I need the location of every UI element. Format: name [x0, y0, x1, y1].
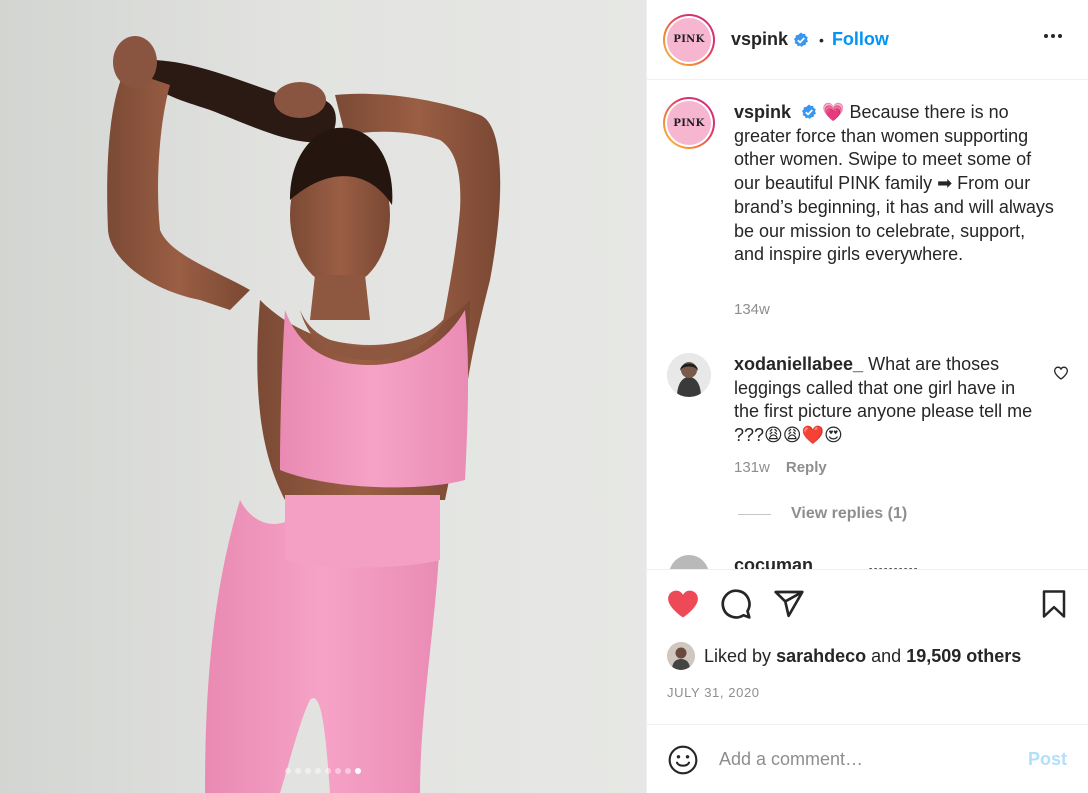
- share-icon[interactable]: [773, 588, 805, 620]
- post-comment-button[interactable]: Post: [1028, 749, 1067, 770]
- verified-badge-icon: [793, 32, 809, 47]
- photo-illustration: [107, 36, 501, 793]
- comments-section[interactable]: PINK vspink 💗 Because there is no greate…: [647, 81, 1088, 569]
- avatar-logo-text: PINK: [667, 101, 711, 145]
- comment-timestamp[interactable]: 131w: [734, 459, 770, 476]
- more-options-icon[interactable]: [1044, 30, 1062, 42]
- post-sidebar: PINK vspink • Follow PINK vspink 💗 Becau…: [646, 0, 1088, 793]
- view-replies-button[interactable]: View replies (1): [738, 505, 907, 523]
- likes-connector: and: [871, 645, 902, 666]
- carousel-dot: [305, 768, 311, 774]
- caption-username[interactable]: vspink: [734, 102, 791, 122]
- carousel-dot: [285, 768, 291, 774]
- carousel-dot: [335, 768, 341, 774]
- comment-input[interactable]: [719, 749, 1019, 770]
- comment-like-heart-icon[interactable]: [1053, 365, 1069, 381]
- commenter-avatar[interactable]: [667, 353, 711, 397]
- carousel-dot-active: [355, 768, 361, 774]
- account-avatar[interactable]: PINK: [663, 13, 715, 66]
- caption-emoji: 💗: [822, 102, 845, 122]
- caption-timestamp[interactable]: 134w: [734, 301, 770, 318]
- post-actions: Liked by sarahdeco and 19,509 others JUL…: [647, 569, 1088, 725]
- next-comment-preview: cocuman_____ ..........: [734, 555, 919, 569]
- carousel-dot: [325, 768, 331, 774]
- separator-bullet: •: [819, 31, 824, 48]
- comment-meta: 131w Reply: [734, 459, 827, 476]
- likes-prefix: Liked by: [704, 645, 772, 666]
- carousel-dot: [345, 768, 351, 774]
- account-username[interactable]: vspink: [731, 29, 788, 50]
- commenter-avatar-image: [667, 353, 711, 397]
- liker-username[interactable]: sarahdeco: [776, 646, 866, 667]
- next-commenter-avatar[interactable]: [669, 555, 709, 569]
- view-replies-label: View replies (1): [791, 505, 908, 522]
- caption-text: Because there is no greater force than w…: [734, 102, 1054, 265]
- post-date[interactable]: JULY 31, 2020: [667, 685, 760, 700]
- avatar-logo-text: PINK: [667, 17, 711, 62]
- post-photo[interactable]: [0, 0, 646, 793]
- like-heart-icon[interactable]: [665, 587, 701, 621]
- carousel-dot: [295, 768, 301, 774]
- comment-icon[interactable]: [720, 588, 752, 620]
- liker-avatar-image: [667, 642, 695, 670]
- post-header: PINK vspink • Follow: [647, 0, 1088, 80]
- liker-avatar[interactable]: [667, 642, 695, 670]
- verified-badge-icon: [801, 104, 817, 119]
- likes-summary: Liked by sarahdeco and 19,509 others: [667, 642, 1021, 670]
- follow-button[interactable]: Follow: [832, 29, 889, 50]
- likes-others-count[interactable]: 19,509 others: [906, 646, 1021, 667]
- emoji-picker-icon[interactable]: [667, 744, 699, 776]
- comment: xodaniellabee_ What are thoses leggings …: [734, 353, 1034, 448]
- view-replies-line: [738, 513, 771, 515]
- carousel-indicators: [0, 768, 646, 774]
- add-comment-bar: Post: [647, 726, 1088, 793]
- caption: vspink 💗 Because there is no greater for…: [734, 101, 1054, 267]
- reply-button[interactable]: Reply: [786, 459, 827, 476]
- comment-username[interactable]: xodaniellabee_: [734, 354, 863, 374]
- caption-avatar[interactable]: PINK: [663, 97, 715, 149]
- carousel-dot: [315, 768, 321, 774]
- save-bookmark-icon[interactable]: [1039, 588, 1069, 620]
